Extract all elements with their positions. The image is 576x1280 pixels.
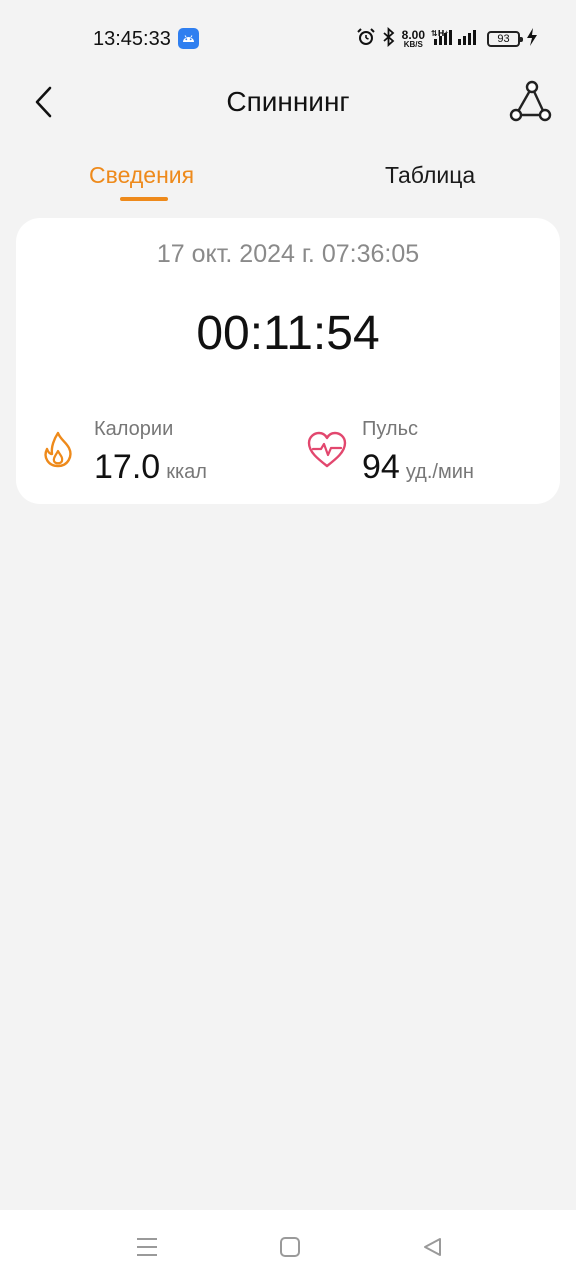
calories-label: Калории (94, 418, 174, 440)
workout-date: 17 окт. 2024 г. 07:36:05 (156, 240, 420, 268)
android-app-icon (178, 28, 199, 49)
workout-summary-card: 17 окт. 2024 г. 07:36:05 00:11:54 Калори… (16, 218, 560, 504)
pulse-unit: уд./мин (405, 461, 474, 483)
back-triangle-icon (424, 1238, 441, 1256)
net-speed-unit: KB/S (403, 40, 423, 49)
battery-level: 93 (497, 33, 510, 45)
charging-icon (526, 27, 538, 52)
home-button[interactable] (275, 1232, 305, 1262)
battery-icon: 93 (487, 31, 523, 47)
status-time: 13:45:33 (93, 28, 171, 50)
signal-icon: ⇅H⁺ (431, 27, 481, 52)
workout-duration: 00:11:54 (196, 307, 380, 360)
pulse-value: 94 (362, 448, 400, 486)
calories-metric: Калории 17.0 ккал (38, 418, 288, 488)
net-speed: 8.00 KB/S (402, 29, 425, 49)
flame-icon (38, 430, 78, 470)
tab-bar: Сведения Таблица (0, 150, 576, 210)
header: Спиннинг (0, 78, 576, 128)
menu-icon (137, 1238, 157, 1256)
system-back-button[interactable] (417, 1232, 447, 1262)
calories-unit: ккал (166, 461, 207, 483)
pulse-label: Пульс (362, 418, 419, 440)
route-share-icon (509, 80, 552, 122)
recent-apps-button[interactable] (132, 1232, 162, 1262)
alarm-icon (356, 27, 376, 52)
tab-table[interactable]: Таблица (385, 162, 475, 189)
page-title: Спиннинг (226, 86, 350, 117)
pulse-metric: Пульс 94 уд./мин (306, 418, 556, 488)
calories-value: 17.0 (94, 448, 161, 486)
pulse-value-line: 94 уд./мин (362, 448, 474, 487)
active-tab-indicator (120, 197, 168, 201)
heart-rate-icon (306, 430, 347, 470)
home-square-icon (280, 1237, 300, 1257)
status-bar: 13:45:33 8.00 KB/S ⇅H⁺ 93 (0, 0, 576, 78)
calories-value-line: 17.0 ккал (94, 448, 207, 487)
route-share-button[interactable] (506, 78, 554, 126)
bluetooth-icon (382, 26, 396, 52)
tab-details[interactable]: Сведения (89, 162, 194, 189)
system-nav-bar (0, 1210, 576, 1280)
